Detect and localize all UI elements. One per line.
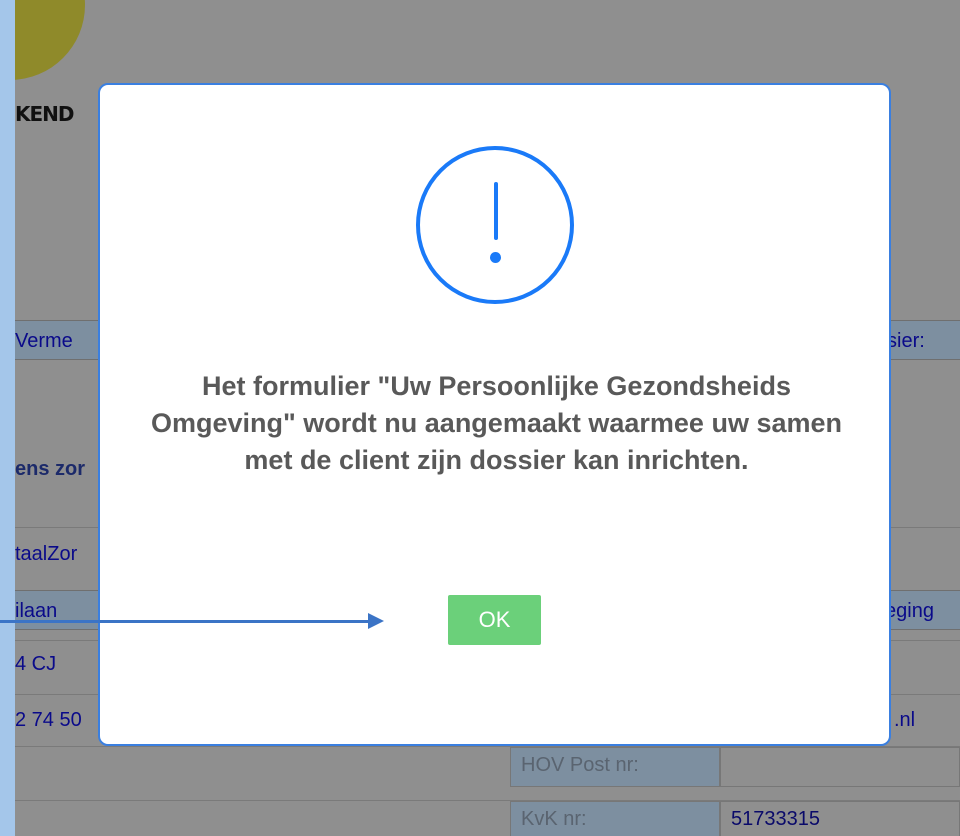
ok-button[interactable]: OK bbox=[448, 595, 541, 645]
org-name: taalZor bbox=[15, 543, 78, 565]
omgeving-text: eging bbox=[885, 600, 934, 622]
kvk-value: 51733315 bbox=[720, 801, 960, 836]
annotation-arrow-line bbox=[0, 620, 370, 623]
arrow-right-icon bbox=[368, 613, 384, 629]
hov-label: HOV Post nr: bbox=[510, 747, 720, 787]
brand-text: KEND bbox=[15, 102, 74, 126]
nav-item-vermelding[interactable]: Verme bbox=[15, 331, 73, 351]
street: ilaan bbox=[15, 600, 58, 622]
email-text: .nl bbox=[894, 709, 916, 731]
exclamation-bar bbox=[494, 182, 498, 240]
exclamation-dot bbox=[490, 252, 501, 263]
phone: 2 74 50 bbox=[15, 709, 82, 731]
kvk-label: KvK nr: bbox=[510, 801, 720, 836]
section-heading: ens zor bbox=[15, 458, 86, 480]
dialog-message: Het formulier "Uw Persoonlijke Gezondshe… bbox=[150, 371, 842, 475]
hov-value bbox=[720, 747, 960, 787]
exclamation-icon bbox=[416, 146, 574, 304]
alert-dialog: Het formulier "Uw Persoonlijke Gezondshe… bbox=[98, 83, 891, 746]
postcode: 4 CJ bbox=[15, 653, 57, 675]
logo bbox=[15, 0, 85, 80]
